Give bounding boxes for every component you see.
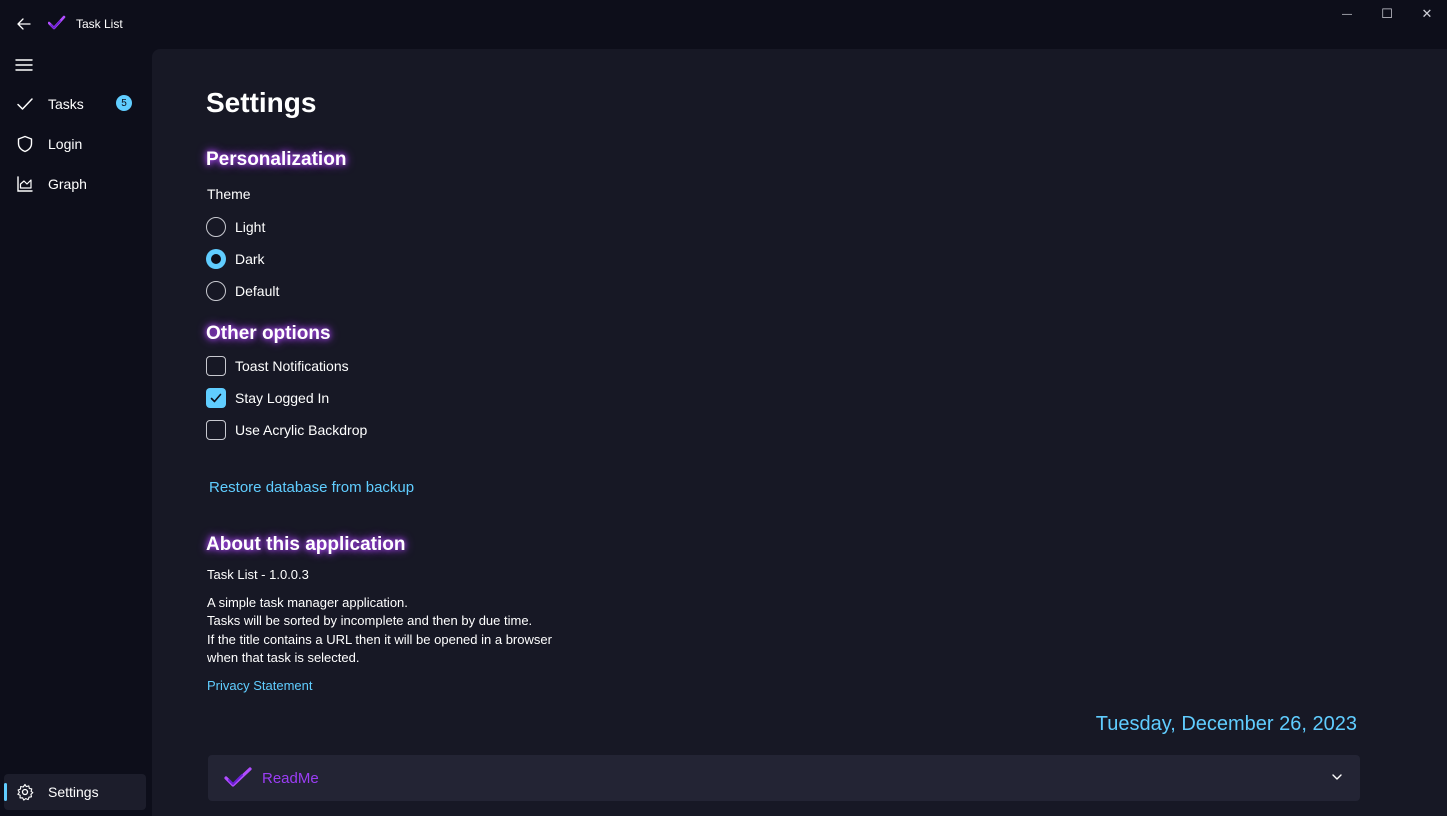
current-date: Tuesday, December 26, 2023 (1095, 713, 1357, 735)
nav-item-label: Tasks (48, 96, 84, 112)
radio-label: Light (235, 219, 266, 235)
close-icon: ✕ (1421, 6, 1433, 21)
minimize-button[interactable]: — (1327, 4, 1367, 24)
about-heading: About this application (206, 534, 406, 555)
expander-label: ReadMe (262, 770, 319, 787)
checkbox[interactable] (206, 356, 226, 376)
minimize-icon: — (1342, 8, 1352, 20)
nav-item-tasks[interactable]: Tasks 5 (4, 86, 146, 122)
checkbox[interactable] (206, 420, 226, 440)
selection-indicator (4, 783, 7, 801)
personalization-heading: Personalization (206, 149, 347, 170)
chevron-down-icon[interactable] (1330, 770, 1344, 784)
navigation-pane: Tasks 5 Login Graph Settings (0, 48, 152, 816)
restore-database-link[interactable]: Restore database from backup (209, 479, 414, 496)
close-button[interactable]: ✕ (1407, 4, 1447, 24)
description-line: A simple task manager application. (207, 595, 408, 610)
stay-logged-in-checkbox[interactable]: Stay Logged In (206, 387, 329, 409)
chart-icon (17, 176, 33, 192)
checkmark-icon (210, 393, 222, 403)
radio-label: Dark (235, 251, 265, 267)
nav-item-label: Login (48, 136, 83, 152)
arrow-left-icon (17, 18, 31, 30)
app-logo-icon (224, 767, 252, 787)
readme-expander[interactable]: ReadMe (208, 755, 1360, 801)
use-acrylic-backdrop-checkbox[interactable]: Use Acrylic Backdrop (206, 419, 367, 441)
maximize-icon: ☐ (1381, 6, 1393, 21)
page-title: Settings (206, 87, 317, 118)
app-title: Task List (76, 17, 123, 31)
task-count-badge: 5 (116, 95, 132, 111)
settings-page: Settings Personalization Theme Light Dar… (152, 49, 1447, 816)
privacy-statement-link[interactable]: Privacy Statement (207, 678, 313, 693)
nav-item-graph[interactable]: Graph (4, 166, 146, 202)
nav-item-label: Graph (48, 176, 87, 192)
description-line: when that task is selected. (207, 650, 360, 665)
checkbox-label: Stay Logged In (235, 390, 330, 406)
checkbox-label: Toast Notifications (235, 358, 349, 374)
back-button[interactable] (12, 12, 36, 36)
app-logo-icon (48, 15, 66, 30)
radio-button-selected[interactable] (206, 249, 226, 269)
theme-radio-light[interactable]: Light (206, 216, 265, 238)
checkbox-label: Use Acrylic Backdrop (235, 422, 368, 438)
radio-button[interactable] (206, 281, 226, 301)
shield-icon (17, 135, 33, 153)
hamburger-menu-icon[interactable] (14, 56, 36, 74)
radio-label: Default (235, 283, 280, 299)
radio-button[interactable] (206, 217, 226, 237)
other-options-heading: Other options (206, 323, 331, 344)
description-line: Tasks will be sorted by incomplete and t… (207, 613, 533, 628)
theme-radio-dark[interactable]: Dark (206, 248, 265, 270)
checkmark-icon (17, 98, 33, 110)
maximize-button[interactable]: ☐ (1367, 4, 1407, 24)
theme-radio-default[interactable]: Default (206, 280, 279, 302)
nav-item-login[interactable]: Login (4, 126, 146, 162)
checkbox-checked[interactable] (206, 388, 226, 408)
gear-icon (17, 783, 34, 801)
description-line: If the title contains a URL then it will… (207, 632, 552, 647)
title-bar: Task List — ☐ ✕ (0, 0, 1447, 48)
app-version: Task List - 1.0.0.3 (207, 567, 309, 582)
nav-item-label: Settings (48, 784, 99, 800)
nav-item-settings[interactable]: Settings (4, 774, 146, 810)
theme-label: Theme (207, 186, 251, 202)
toast-notifications-checkbox[interactable]: Toast Notifications (206, 355, 349, 377)
